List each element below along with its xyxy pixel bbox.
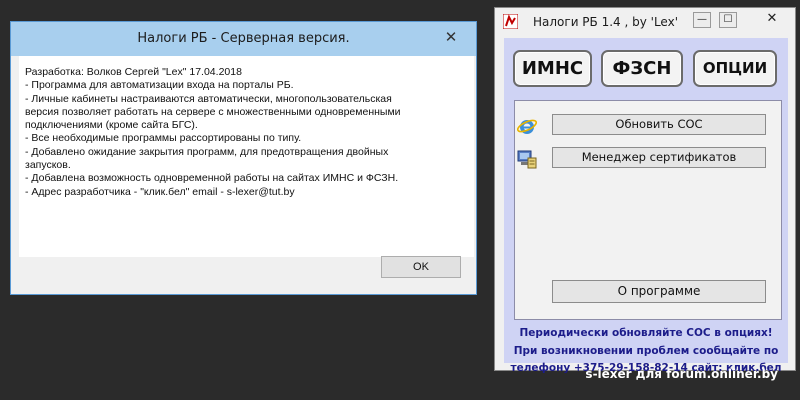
app-titlebar[interactable]: Налоги РБ 1.4 , by 'Lex' — ☐ ✕: [495, 8, 795, 35]
app-window: Налоги РБ 1.4 , by 'Lex' — ☐ ✕ ИМНС ФЗСН…: [494, 7, 796, 374]
about-button[interactable]: О программе: [552, 280, 766, 303]
dialog-message: Разработка: Волков Сергей "Lex" 17.04.20…: [25, 66, 455, 199]
info-line: При возникновении проблем сообщайте по: [513, 345, 779, 357]
app-close-icon[interactable]: ✕: [755, 12, 789, 28]
fszn-button[interactable]: ФЗСН: [601, 50, 683, 87]
forum-watermark: s-lexer для forum.onliner.by: [585, 367, 778, 381]
dialog-line: - Все необходимые программы рассортирова…: [25, 132, 302, 145]
certificate-manager-icon: [517, 150, 537, 169]
dialog-line: - Добавлена возможность одновременной ра…: [25, 172, 399, 185]
info-line: Периодически обновляйте СОС в опциях!: [519, 327, 773, 339]
app-client-area: ИМНС ФЗСН ОПЦИИ Обновить СОС Менеджер се…: [504, 38, 788, 374]
dialog-line: запусков.: [25, 159, 71, 172]
dialog-line: - Адрес разработчика - "клик.бел" email …: [25, 185, 295, 198]
options-button[interactable]: ОПЦИИ: [693, 50, 777, 87]
update-sos-button[interactable]: Обновить СОС: [552, 114, 766, 135]
dialog-line: - Личные кабинеты настраиваются автомати…: [25, 92, 392, 105]
ok-button[interactable]: OK: [381, 256, 461, 278]
dialog-close-icon[interactable]: ✕: [438, 26, 464, 48]
minimize-icon[interactable]: —: [693, 12, 711, 28]
app-title: Налоги РБ 1.4 , by 'Lex': [533, 15, 678, 29]
imns-button[interactable]: ИМНС: [513, 50, 592, 87]
dialog-titlebar[interactable]: Налоги РБ - Серверная версия. ✕: [11, 22, 476, 56]
dialog-line: подключениями (кроме сайта БГС).: [25, 119, 198, 132]
about-dialog: Налоги РБ - Серверная версия. ✕ Разработ…: [10, 21, 477, 295]
dialog-line: Разработка: Волков Сергей "Lex" 17.04.20…: [25, 66, 242, 78]
actions-panel: Обновить СОС Менеджер сертификатов О про…: [514, 100, 782, 320]
dialog-line: - Добавлено ожидание закрытия программ, …: [25, 145, 389, 158]
dialog-line: - Программа для автоматизации входа на п…: [25, 79, 294, 92]
certificate-manager-button[interactable]: Менеджер сертификатов: [552, 147, 766, 168]
dialog-line: версия позволяет работать на сервере с м…: [25, 105, 401, 118]
internet-explorer-icon: [516, 119, 538, 134]
maximize-icon[interactable]: ☐: [719, 12, 737, 28]
dialog-title: Налоги РБ - Серверная версия.: [137, 31, 350, 46]
app-logo-icon: [503, 14, 518, 29]
